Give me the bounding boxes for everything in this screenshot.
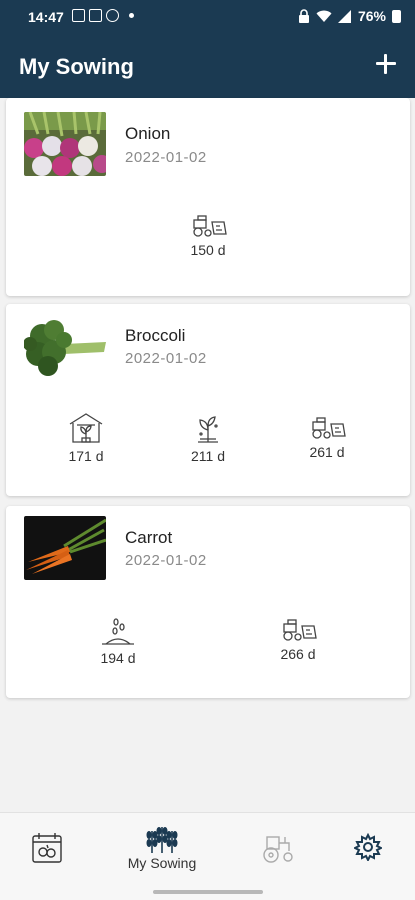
app-bar: My Sowing xyxy=(0,36,415,98)
add-sowing-button[interactable] xyxy=(373,51,399,77)
nav-tractor[interactable] xyxy=(232,831,322,863)
notification-icon xyxy=(106,9,119,22)
battery-icon xyxy=(392,9,401,23)
signal-icon xyxy=(337,9,351,23)
stage-days: 194 d xyxy=(100,650,136,666)
tractor-harvest-icon xyxy=(193,215,227,237)
stage-days: 266 d xyxy=(280,646,316,662)
carrot-thumbnail xyxy=(24,516,106,580)
calendar-icon xyxy=(32,833,62,863)
page-title: My Sowing xyxy=(19,54,134,79)
tractor-harvest-icon xyxy=(312,417,346,439)
crop-name: Carrot xyxy=(125,528,173,547)
nav-calendar[interactable] xyxy=(2,831,92,865)
greenhouse-icon xyxy=(69,413,103,443)
crop-name: Broccoli xyxy=(125,326,186,345)
stage-days: 171 d xyxy=(68,448,104,464)
stage-days: 211 d xyxy=(191,448,225,464)
stage-harvest: 150 d xyxy=(168,214,248,258)
battery-percent: 76% xyxy=(357,8,386,24)
nav-settings[interactable] xyxy=(323,833,413,861)
gear-icon xyxy=(354,833,382,861)
stage-seedling: 211 d xyxy=(168,412,248,464)
stage-sowing: 194 d xyxy=(78,618,158,666)
onion-thumbnail xyxy=(24,112,106,176)
sowing-date: 2022-01-02 xyxy=(125,350,207,367)
system-icons: 76% xyxy=(298,8,401,24)
sowing-card-onion[interactable]: Onion 2022-01-02 150 d xyxy=(6,98,410,296)
status-time: 14:47 xyxy=(28,9,64,25)
tractor-harvest-icon xyxy=(283,619,317,641)
bottom-navigation: My Sowing xyxy=(0,812,415,900)
sowing-date: 2022-01-02 xyxy=(125,552,207,569)
wheat-icon xyxy=(146,827,178,853)
tractor-icon xyxy=(263,836,293,863)
wifi-icon xyxy=(316,10,332,22)
sowing-card-carrot[interactable]: Carrot 2022-01-02 194 d 266 d xyxy=(6,506,410,698)
stage-harvest: 266 d xyxy=(258,618,338,662)
notification-icon xyxy=(89,9,102,22)
notification-icons xyxy=(72,9,134,22)
more-notifications-icon xyxy=(129,13,134,18)
stage-harvest: 261 d xyxy=(287,416,367,460)
stage-greenhouse: 171 d xyxy=(46,412,126,464)
nav-label: My Sowing xyxy=(127,855,197,871)
seedling-icon xyxy=(198,416,218,443)
notification-icon xyxy=(72,9,85,22)
status-bar: 14:47 76% xyxy=(0,0,415,36)
seeds-sowing-icon xyxy=(102,618,134,645)
sowing-date: 2022-01-02 xyxy=(125,149,207,166)
home-indicator[interactable] xyxy=(153,890,263,894)
lock-icon xyxy=(298,9,309,23)
nav-my-sowing[interactable]: My Sowing xyxy=(117,823,207,871)
stage-days: 261 d xyxy=(309,444,345,460)
broccoli-thumbnail xyxy=(24,314,106,378)
stage-days: 150 d xyxy=(190,242,226,258)
sowing-card-broccoli[interactable]: Broccoli 2022-01-02 171 d 211 d 261 d xyxy=(6,304,410,496)
crop-name: Onion xyxy=(125,124,171,143)
